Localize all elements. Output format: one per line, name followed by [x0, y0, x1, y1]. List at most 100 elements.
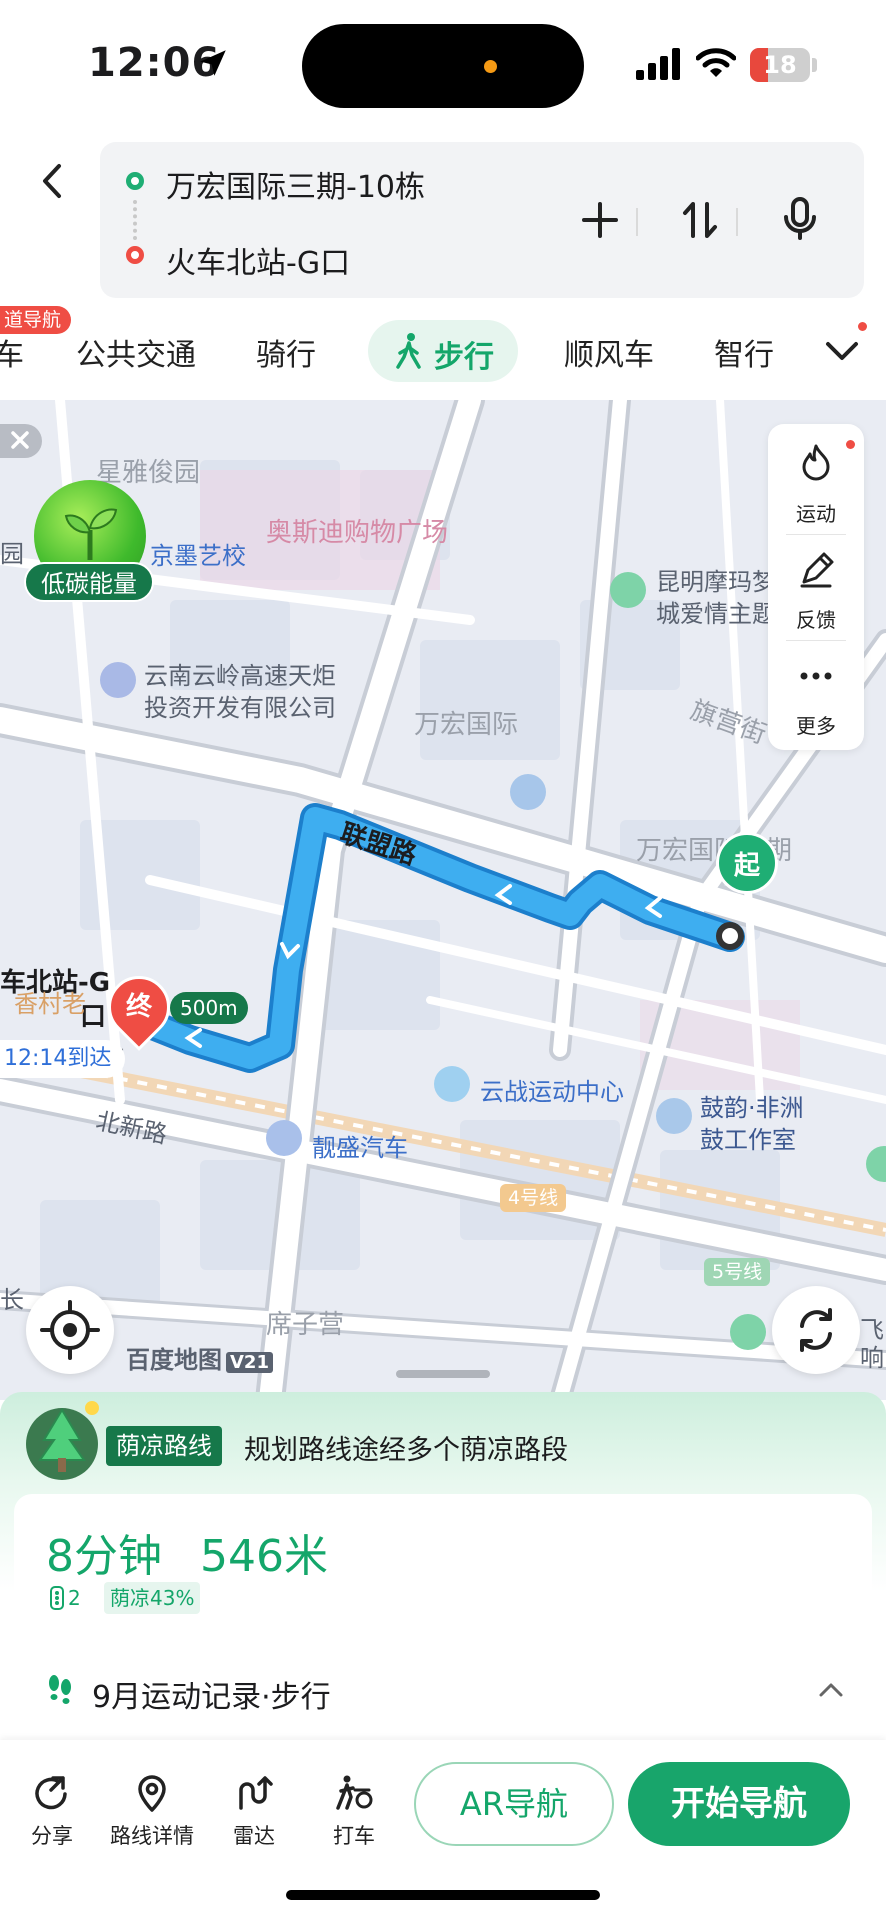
divider [786, 534, 846, 535]
swap-route-icon[interactable] [676, 196, 724, 244]
more-dots-icon [800, 672, 832, 680]
location-pin-icon [138, 1775, 166, 1812]
travel-mode-tabs: 车 公共交通 骑行 步行 顺风车 智行 [0, 310, 886, 400]
exercise-record[interactable]: 9月运动记录·步行 [92, 1672, 331, 1716]
home-indicator[interactable] [286, 1890, 600, 1900]
radar-icon [239, 1776, 273, 1810]
subway-station-icon[interactable] [510, 774, 546, 810]
divider [736, 208, 738, 236]
shade-percentage: 荫凉43% [104, 1582, 201, 1614]
poi-icon[interactable] [730, 1314, 766, 1350]
map-label: 万宏国际 [414, 710, 519, 740]
location-arrow-icon [200, 50, 226, 76]
microphone-icon[interactable] [776, 194, 824, 242]
brand-version: V21 [226, 1352, 273, 1373]
sports-center-icon[interactable] [434, 1066, 470, 1102]
start-point-dot [126, 172, 144, 190]
wifi-icon [696, 48, 736, 77]
distance-tag: 500m [170, 992, 248, 1024]
map-label: 城爱情主题 [656, 600, 776, 628]
back-chevron-icon[interactable] [28, 156, 78, 206]
map-label: 鼓工作室 [700, 1126, 796, 1154]
map-label: 响 [860, 1344, 884, 1372]
radar-button[interactable]: 雷达 [204, 1772, 304, 1850]
end-location-field[interactable]: 火车北站-G口 [166, 238, 350, 282]
battery-tip [812, 58, 817, 72]
start-location-field[interactable]: 万宏国际三期-10栋 [166, 162, 425, 206]
tab-bike[interactable]: 骑行 [256, 330, 316, 374]
feedback-tool[interactable]: 反馈 [768, 604, 864, 633]
taxi-button[interactable]: 打车 [304, 1772, 404, 1850]
walking-person-icon [396, 333, 421, 369]
share-label: 分享 [31, 1824, 73, 1848]
low-carbon-energy-label[interactable]: 低碳能量 [24, 562, 154, 602]
sport-tool[interactable]: 运动 [768, 498, 864, 527]
map-label: 云南云岭高速天炬 [144, 662, 336, 690]
end-point-dot [126, 246, 144, 264]
divider [636, 208, 638, 236]
current-location-dot [716, 922, 744, 950]
subway-line-4-tag: 4号线 [500, 1184, 567, 1212]
brand-name: 百度地图 [126, 1346, 222, 1374]
route-distance: 546米 [200, 1531, 328, 1582]
tab-transit[interactable]: 公共交通 [76, 330, 196, 374]
footprint-icon [49, 1675, 71, 1704]
route-details-button[interactable]: 路线详情 [102, 1772, 202, 1850]
map-label: 席子营 [266, 1310, 345, 1340]
route-input-box: 万宏国际三期-10栋 火车北站-G口 [100, 142, 864, 298]
battery-indicator: 18 [750, 48, 810, 82]
tab-smart[interactable]: 智行 [714, 330, 774, 374]
route-details-label: 路线详情 [110, 1824, 194, 1848]
map-label: 投资开发有限公司 [144, 694, 336, 722]
shade-route-description: 规划路线途经多个荫凉路段 [244, 1435, 568, 1466]
privacy-indicator [484, 60, 497, 73]
more-tool[interactable]: 更多 [768, 710, 864, 739]
nav-badge: 道导航 [0, 306, 72, 334]
map-label: 园 [0, 540, 24, 568]
map-label: 奥斯迪购物广场 [266, 518, 449, 548]
start-navigation-button[interactable]: 开始导航 [628, 1762, 850, 1846]
divider [786, 640, 846, 641]
close-energy-button[interactable] [0, 424, 42, 458]
end-marker[interactable]: 终 [108, 980, 170, 1034]
map-label: 靓盛汽车 [312, 1134, 408, 1162]
share-icon [35, 1776, 67, 1810]
edit-pencil-icon [800, 552, 834, 588]
start-marker[interactable]: 起 [716, 832, 778, 894]
ar-navigation-button[interactable]: AR导航 [414, 1762, 614, 1846]
refresh-route-button[interactable] [772, 1286, 860, 1374]
map-label: 昆明摩玛梦 [656, 568, 776, 596]
route-duration: 8分钟 [46, 1531, 162, 1582]
chevron-up-icon[interactable] [818, 1680, 844, 1700]
locate-me-button[interactable] [26, 1286, 114, 1374]
map-label: 香村老 [14, 990, 86, 1018]
map-side-tools: 运动 反馈 更多 [768, 424, 864, 750]
shade-route-tag: 荫凉路线 [106, 1426, 222, 1466]
notification-dot [846, 440, 855, 449]
arrival-time-tag: 12:14到达 [0, 1040, 126, 1078]
sheet-drag-handle[interactable] [396, 1370, 490, 1378]
chevron-down-icon[interactable] [822, 336, 862, 366]
refresh-icon [800, 1308, 832, 1352]
crosshair-icon [40, 1300, 100, 1360]
map-label: 长 [0, 1286, 24, 1314]
notification-dot [858, 322, 867, 331]
poi-icon[interactable] [610, 572, 646, 608]
tab-walk[interactable]: 步行 [368, 320, 518, 382]
traffic-light-icon [50, 1586, 64, 1610]
radar-label: 雷达 [233, 1824, 275, 1848]
close-icon [11, 431, 29, 449]
share-button[interactable]: 分享 [2, 1772, 102, 1850]
tab-drive[interactable]: 车 [0, 330, 24, 374]
subway-line-5-tag: 5号线 [704, 1258, 771, 1286]
map-label: 鼓韵·非洲 [700, 1094, 804, 1122]
status-bar: 12:06 18 [0, 0, 886, 130]
poi-icon[interactable] [100, 662, 136, 698]
poi-icon[interactable] [656, 1098, 692, 1134]
flame-icon [802, 444, 830, 481]
tab-walk-label: 步行 [434, 340, 494, 375]
battery-level: 18 [763, 51, 797, 79]
add-waypoint-icon[interactable] [576, 196, 624, 244]
tab-carpool[interactable]: 顺风车 [564, 330, 654, 374]
car-poi-icon[interactable] [266, 1120, 302, 1156]
